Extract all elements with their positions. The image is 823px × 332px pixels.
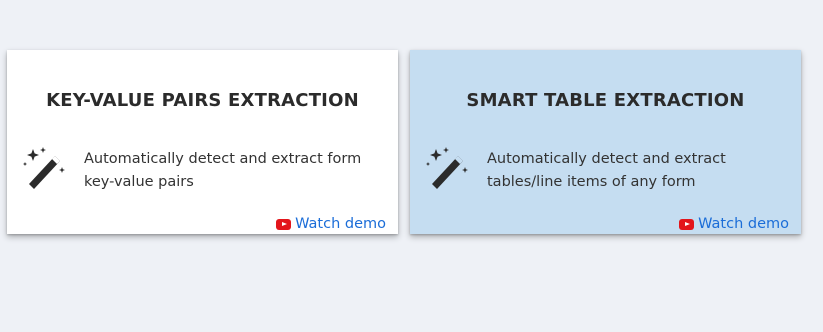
watch-demo-label[interactable]: Watch demo [295,216,386,232]
youtube-icon [679,218,695,230]
card-title: KEY-VALUE PAIRS EXTRACTION [46,90,359,111]
magic-wand-icon [426,147,468,189]
card-title: SMART TABLE EXTRACTION [466,90,745,111]
card-description: Automatically detect and extract form ke… [84,151,362,190]
feature-card-smart-table[interactable]: SMART TABLE EXTRACTION Automatically det… [410,50,801,234]
watch-demo-link[interactable]: Watch demo [276,214,386,234]
magic-wand-icon [23,147,65,189]
card-description: Automatically detect and extract tables/… [487,151,726,190]
youtube-icon [276,218,292,230]
feature-card-key-value[interactable]: KEY-VALUE PAIRS EXTRACTION Automatically… [7,50,398,234]
watch-demo-label[interactable]: Watch demo [698,216,789,232]
watch-demo-link[interactable]: Watch demo [679,214,789,234]
